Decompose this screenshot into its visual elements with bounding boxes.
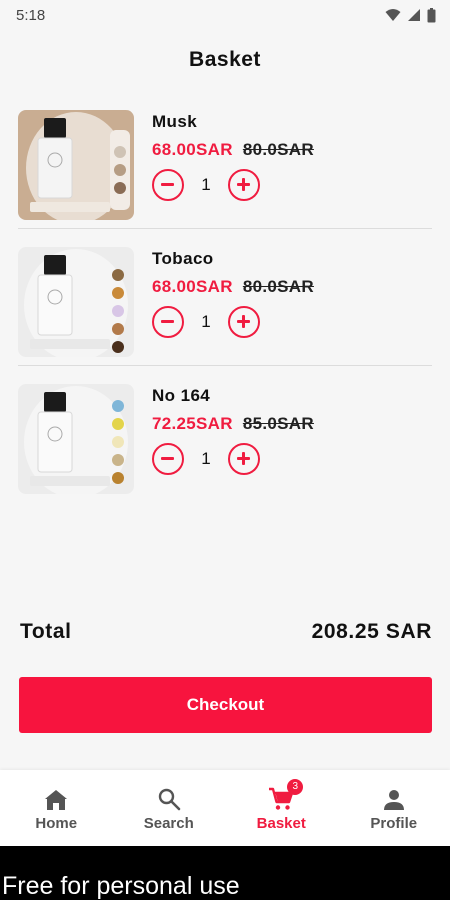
battery-icon xyxy=(427,7,436,22)
decrease-quantity-button[interactable] xyxy=(152,443,184,475)
wifi-icon xyxy=(385,9,401,21)
nav-label-home: Home xyxy=(35,814,78,832)
nav-item-basket[interactable]: 3 Basket xyxy=(225,770,338,846)
quantity-value: 1 xyxy=(201,175,211,194)
increase-quantity-button[interactable] xyxy=(228,306,260,338)
status-icons xyxy=(385,7,436,23)
basket-list: Musk 68.00SAR 80.0SAR 1 Tobaco 68.00SAR … xyxy=(0,92,450,503)
increase-quantity-button[interactable] xyxy=(228,443,260,475)
product-name: Tobaco xyxy=(152,249,214,268)
product-image[interactable] xyxy=(18,110,134,220)
nav-label-search: Search xyxy=(143,814,194,832)
nav-item-home[interactable]: Home xyxy=(0,770,113,846)
item-info: Musk 68.00SAR 80.0SAR 1 xyxy=(152,110,314,201)
original-price: 80.0SAR xyxy=(242,277,314,296)
page-title: Basket xyxy=(189,48,261,71)
increase-quantity-button[interactable] xyxy=(228,169,260,201)
watermark-text: Free for personal use xyxy=(2,872,240,900)
product-name: No 164 xyxy=(152,386,211,405)
total-label: Total xyxy=(20,620,72,643)
quantity-stepper: 1 xyxy=(152,443,314,475)
nav-item-profile[interactable]: Profile xyxy=(338,770,450,846)
status-time: 5:18 xyxy=(16,6,46,24)
person-icon xyxy=(383,785,405,811)
total-value: 208.25 SAR xyxy=(311,620,432,643)
nav-label-profile: Profile xyxy=(370,814,418,832)
quantity-stepper: 1 xyxy=(152,169,314,201)
cart-count-badge: 3 xyxy=(287,778,304,795)
sale-price: 72.25SAR xyxy=(152,414,233,433)
sale-price: 68.00SAR xyxy=(152,140,233,159)
nav-item-search[interactable]: Search xyxy=(113,770,226,846)
watermark-bar: Free for personal use xyxy=(0,846,450,900)
cart-icon: 3 xyxy=(268,778,304,811)
item-info: No 164 72.25SAR 85.0SAR 1 xyxy=(152,384,314,475)
basket-item-no-164: No 164 72.25SAR 85.0SAR 1 xyxy=(18,366,432,503)
bottom-nav: Home Search 3 Basket Profile xyxy=(0,770,450,846)
decrease-quantity-button[interactable] xyxy=(152,306,184,338)
quantity-value: 1 xyxy=(201,312,211,331)
basket-item-musk: Musk 68.00SAR 80.0SAR 1 xyxy=(18,92,432,229)
sale-price: 68.00SAR xyxy=(152,277,233,296)
item-info: Tobaco 68.00SAR 80.0SAR 1 xyxy=(152,247,314,338)
price-row: 72.25SAR 85.0SAR xyxy=(152,414,314,434)
product-name: Musk xyxy=(152,112,198,131)
quantity-value: 1 xyxy=(201,449,211,468)
price-row: 68.00SAR 80.0SAR xyxy=(152,140,314,160)
product-image[interactable] xyxy=(18,247,134,357)
price-row: 68.00SAR 80.0SAR xyxy=(152,277,314,297)
home-icon xyxy=(44,785,68,811)
search-icon xyxy=(157,785,181,811)
product-image[interactable] xyxy=(18,384,134,494)
status-bar: 5:18 xyxy=(0,0,450,30)
basket-item-tobaco: Tobaco 68.00SAR 80.0SAR 1 xyxy=(18,229,432,366)
signal-icon xyxy=(408,9,420,21)
original-price: 80.0SAR xyxy=(242,140,314,159)
total-row: Total 208.25 SAR xyxy=(20,620,432,644)
nav-label-basket: Basket xyxy=(256,814,306,832)
decrease-quantity-button[interactable] xyxy=(152,169,184,201)
quantity-stepper: 1 xyxy=(152,306,314,338)
original-price: 85.0SAR xyxy=(242,414,314,433)
checkout-button[interactable]: Checkout xyxy=(19,677,432,733)
